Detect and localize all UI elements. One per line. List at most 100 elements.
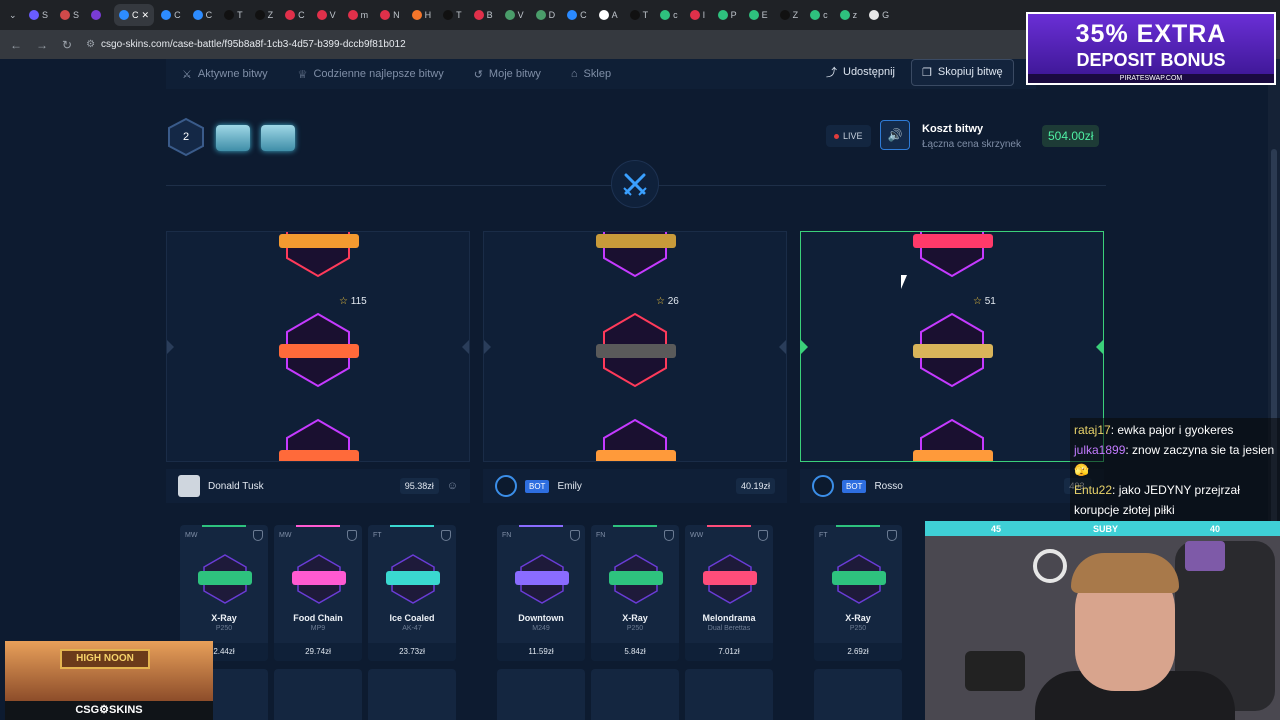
- browser-tab[interactable]: B: [469, 4, 498, 26]
- reel-right-marker: [1096, 340, 1103, 354]
- game-sign: HIGH NOON: [60, 649, 150, 669]
- browser-tab[interactable]: I: [685, 4, 711, 26]
- item-card[interactable]: FN Downtown M249 11.59zł: [497, 525, 585, 661]
- battle-cost-value: 504.00zł: [1042, 125, 1100, 147]
- browser-tab[interactable]: T: [219, 4, 248, 26]
- tab-list-icon[interactable]: ⌄: [4, 4, 22, 26]
- tab-favicon-icon: [567, 10, 578, 20]
- reel-points: ☆ 26: [656, 296, 679, 307]
- nav-daily-best[interactable]: ♕ Codzienne najlepsze bitwy: [298, 68, 444, 81]
- browser-tab[interactable]: S: [24, 4, 53, 26]
- weapon-icon: [292, 571, 346, 585]
- browser-tab[interactable]: S: [55, 4, 84, 26]
- nav-shop[interactable]: ⌂ Sklep: [571, 68, 611, 80]
- item-card[interactable]: [814, 669, 902, 720]
- nav-active-battles[interactable]: ⚔ Aktywne bitwy: [182, 68, 268, 81]
- tab-favicon-icon: [380, 10, 391, 20]
- item-card[interactable]: [274, 669, 362, 720]
- item-card[interactable]: FT Ice Coaled AK-47 23.73zł: [368, 525, 456, 661]
- close-tab-icon[interactable]: ✕: [142, 10, 150, 21]
- player-value: 40.19zł: [735, 478, 775, 494]
- weapon-icon: [913, 344, 993, 358]
- copy-battle-button[interactable]: ❐ Skopiuj bitwę: [910, 59, 1014, 86]
- item-card[interactable]: FT X-Ray P250 2.69zł: [814, 525, 902, 661]
- player-row: BOT Emily 40.19zł: [483, 469, 787, 503]
- tab-favicon-icon: [748, 10, 759, 20]
- browser-tab[interactable]: C: [562, 4, 592, 26]
- url-field[interactable]: ⚙ csgo-skins.com/case-battle/f95b8a8f-1cb…: [86, 39, 406, 50]
- shield-icon: [441, 530, 451, 541]
- tab-favicon-icon: [224, 10, 235, 20]
- player-items: FN Downtown M249 11.59zł FN X-Ray P250 5.84zł WW…: [483, 519, 787, 720]
- reel-left-marker: [167, 340, 174, 354]
- shield-icon: [570, 530, 580, 541]
- bot-avatar-icon: [495, 475, 517, 497]
- browser-tab[interactable]: P: [713, 4, 742, 26]
- copy-icon: ❐: [921, 66, 932, 79]
- browser-tab[interactable]: Z: [250, 4, 279, 26]
- back-icon[interactable]: ←: [10, 38, 22, 52]
- emoji-icon[interactable]: ☺: [447, 480, 458, 492]
- browser-tab[interactable]: [86, 4, 112, 26]
- browser-tab[interactable]: m: [343, 4, 374, 26]
- browser-tab[interactable]: C: [280, 4, 310, 26]
- item-card[interactable]: [497, 669, 585, 720]
- tab-favicon-icon: [717, 10, 728, 20]
- forward-icon[interactable]: →: [36, 38, 48, 52]
- tab-favicon-icon: [869, 10, 880, 20]
- item-card[interactable]: FN X-Ray P250 5.84zł: [591, 525, 679, 661]
- browser-tab[interactable]: G: [864, 4, 894, 26]
- tab-favicon-icon: [285, 10, 296, 20]
- browser-tab[interactable]: z: [835, 4, 863, 26]
- browser-tab[interactable]: H: [407, 4, 437, 26]
- webcam-overlay: 45 SUBY 40: [925, 521, 1280, 720]
- item-card[interactable]: WW Melondrama Dual Berettas 7.01zł: [685, 525, 773, 661]
- nav-my-battles[interactable]: ↺ Moje bitwy: [474, 68, 541, 81]
- tab-favicon-icon: [29, 10, 39, 20]
- browser-tab[interactable]: V: [312, 4, 341, 26]
- browser-tab[interactable]: T: [438, 4, 467, 26]
- battle-reel: ☆ 51: [800, 231, 1104, 462]
- shield-icon: [253, 530, 263, 541]
- weapon-icon: [279, 450, 359, 461]
- browser-tab[interactable]: C ✕: [114, 4, 155, 26]
- item-card[interactable]: [368, 669, 456, 720]
- browser-tab[interactable]: Z: [775, 4, 804, 26]
- tab-favicon-icon: [473, 10, 484, 20]
- case-icon: [216, 125, 250, 151]
- browser-tab[interactable]: c: [655, 4, 683, 26]
- site-info-icon[interactable]: ⚙: [86, 39, 95, 50]
- reel-right-marker: [462, 340, 469, 354]
- crossed-swords-icon: [611, 160, 659, 208]
- weapon-icon: [832, 571, 886, 585]
- mouse-cursor: [901, 275, 907, 289]
- browser-tab[interactable]: N: [375, 4, 405, 26]
- tab-favicon-icon: [316, 10, 327, 20]
- reload-icon[interactable]: ↻: [62, 38, 72, 52]
- share-icon: ⤴: [826, 67, 837, 79]
- browser-tab[interactable]: C: [156, 4, 186, 26]
- chat-message: rataj17: ewka pajor i gyokeres: [1074, 423, 1234, 437]
- battle-reel: ☆ 26: [483, 231, 787, 462]
- sound-toggle[interactable]: 🔊: [880, 120, 910, 150]
- browser-tab[interactable]: D: [531, 4, 561, 26]
- browser-tab[interactable]: V: [500, 4, 529, 26]
- player-name: Rosso: [874, 480, 903, 492]
- item-card[interactable]: MW Food Chain MP9 29.74zł: [274, 525, 362, 661]
- tab-favicon-icon: [629, 10, 640, 20]
- tab-favicon-icon: [504, 10, 515, 20]
- item-card[interactable]: [591, 669, 679, 720]
- share-button[interactable]: ⤴ Udostępnij: [826, 64, 895, 80]
- browser-tab[interactable]: c: [805, 4, 833, 26]
- tab-favicon-icon: [535, 10, 546, 20]
- tab-favicon-icon: [779, 10, 790, 20]
- item-card[interactable]: [685, 669, 773, 720]
- browser-tab[interactable]: C: [188, 4, 218, 26]
- weapon-icon: [386, 571, 440, 585]
- browser-tab[interactable]: A: [594, 4, 623, 26]
- browser-tab[interactable]: T: [625, 4, 654, 26]
- player-value: 95.38zł: [399, 478, 439, 494]
- browser-tab[interactable]: E: [744, 4, 773, 26]
- reel-points: ☆ 115: [339, 296, 367, 307]
- tab-favicon-icon: [161, 10, 172, 20]
